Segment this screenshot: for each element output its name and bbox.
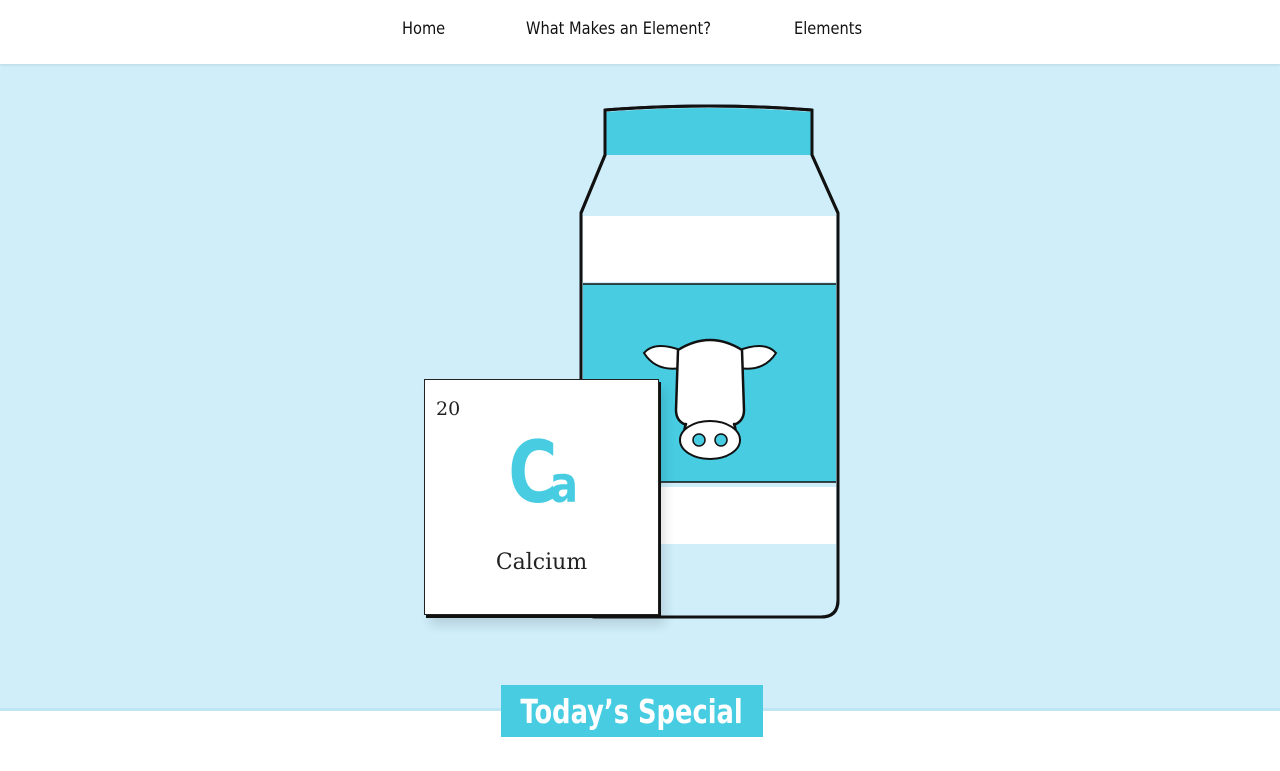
- atomic-number: 20: [436, 398, 461, 420]
- element-symbol-first: C: [508, 423, 557, 523]
- element-tile: 20 Ca Calcium: [424, 379, 659, 615]
- nav-link-home[interactable]: Home: [402, 19, 445, 39]
- top-navigation: Home What Makes an Element? Elements: [0, 0, 1280, 64]
- element-name: Calcium: [495, 550, 588, 575]
- todays-special-badge: Today’s Special: [501, 685, 763, 737]
- todays-special-label: Today’s Special: [520, 691, 744, 731]
- element-symbol: Ca: [425, 430, 658, 516]
- nav-link-what-makes-an-element[interactable]: What Makes an Element?: [526, 19, 711, 39]
- element-symbol-second: a: [549, 456, 579, 514]
- nav-link-elements[interactable]: Elements: [794, 19, 862, 39]
